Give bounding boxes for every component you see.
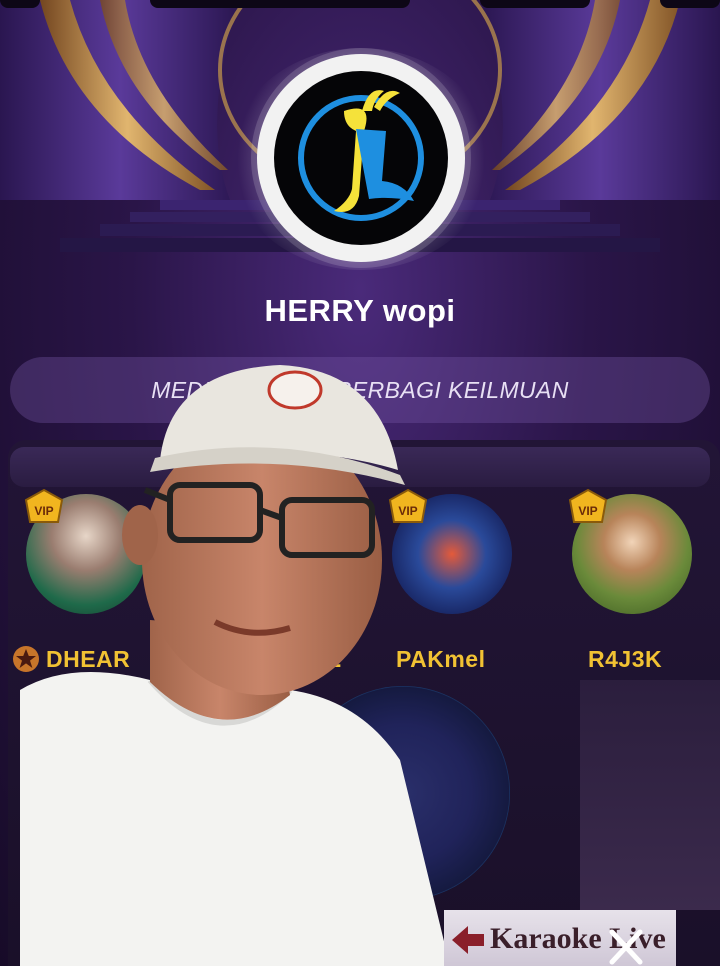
- svg-text:VIP: VIP: [578, 504, 597, 518]
- room-avatar[interactable]: [257, 54, 465, 262]
- seat-name: R4J3K: [588, 646, 663, 672]
- arrow-icon: [452, 926, 484, 954]
- close-icon[interactable]: [606, 928, 646, 966]
- room-logo: [274, 71, 448, 245]
- room-title: HERRY wopi: [264, 293, 456, 328]
- letter-l-logo-icon: [298, 90, 424, 221]
- stage-side-decor: [580, 680, 720, 910]
- vip-crown-icon: VIP: [568, 488, 608, 523]
- streamer-camera-overlay: [20, 365, 450, 966]
- live-room-background: HERRY wopi MEDIA HIBUR N BERBAGI KEILMUA…: [0, 0, 720, 966]
- status-strip: [0, 0, 720, 14]
